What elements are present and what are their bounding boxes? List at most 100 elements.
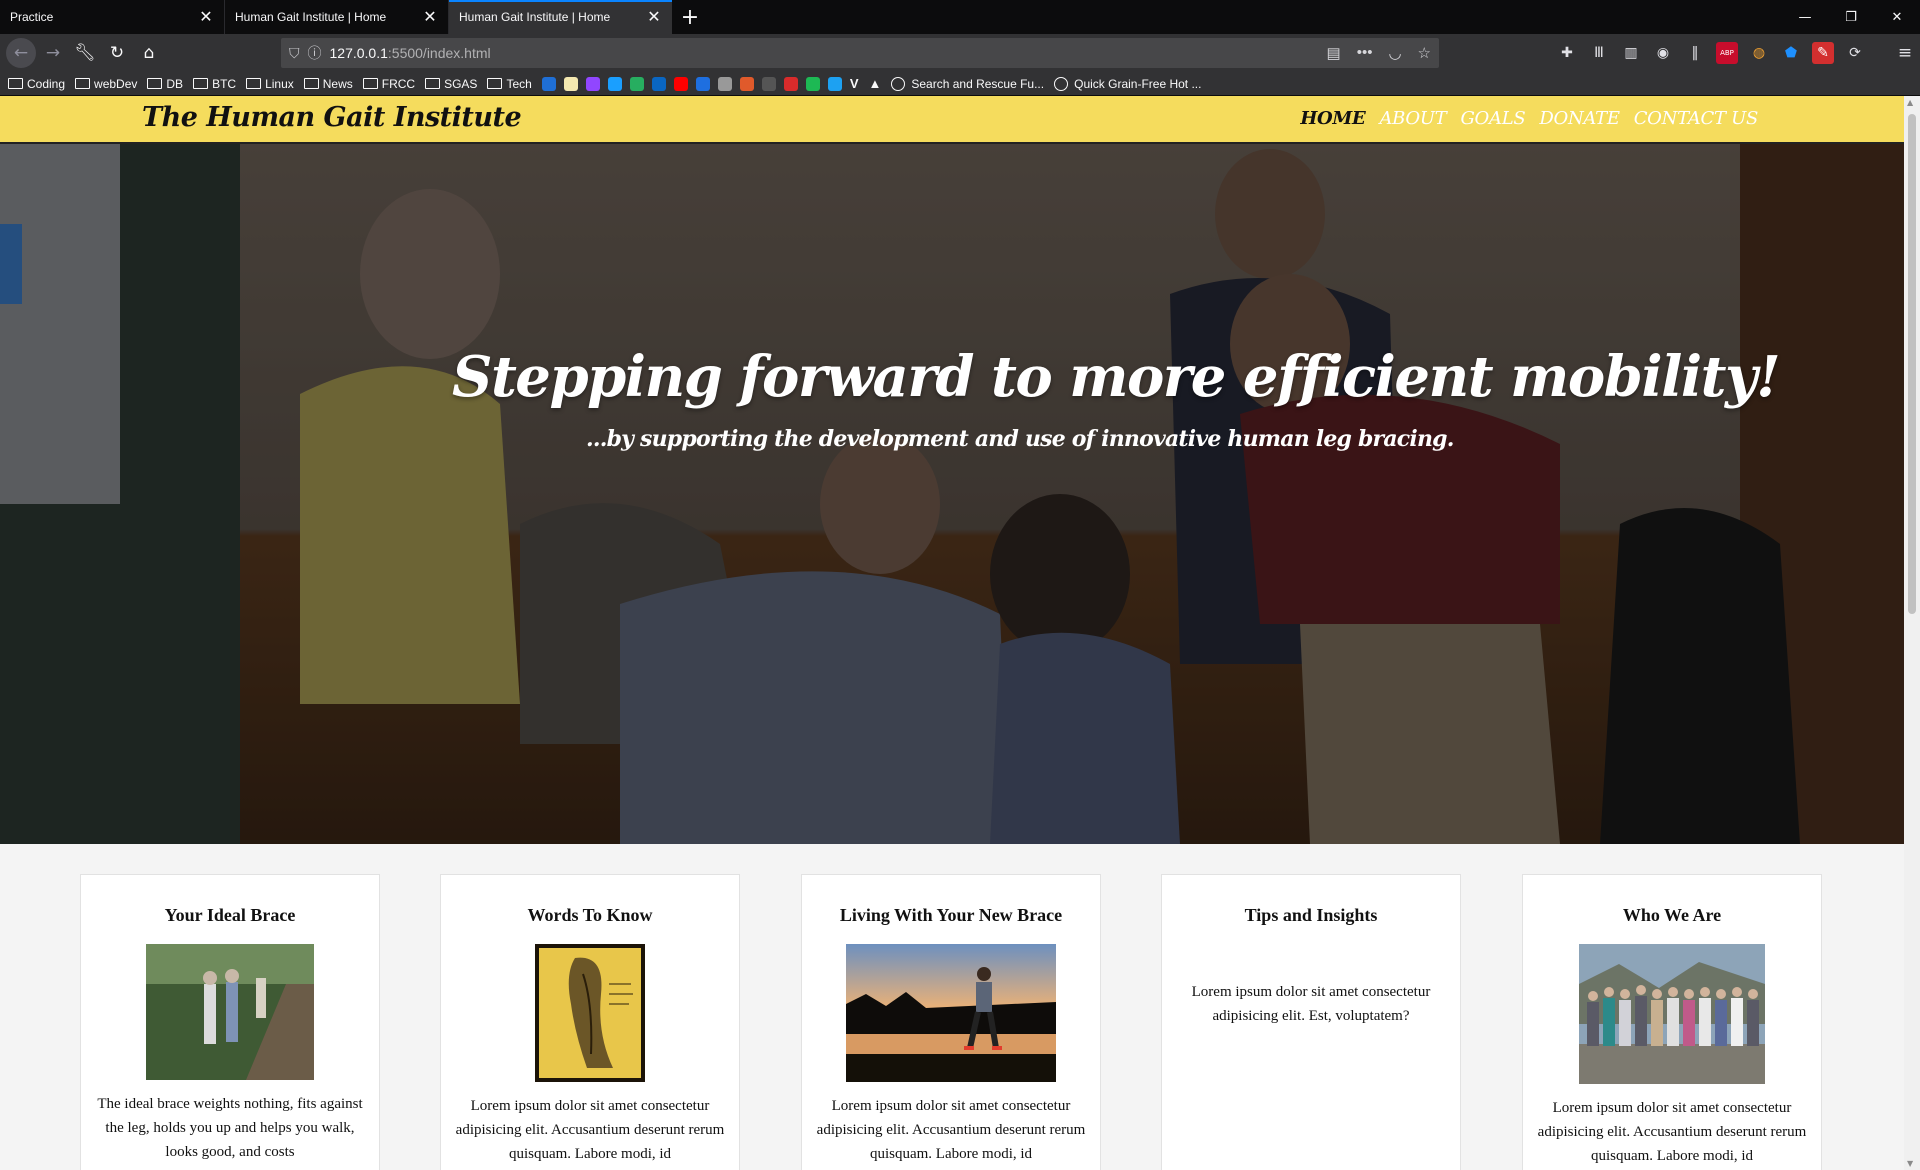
barcode-icon[interactable]: ‖ [1684,42,1706,64]
man-walking-sunset-image [846,944,1056,1082]
back-arrow-icon[interactable]: ← [6,38,36,68]
group-photo-image [1579,944,1765,1084]
tab-strip: Practice ✕ Human Gait Institute | Home ✕… [0,0,1920,34]
forward-arrow-icon[interactable]: → [38,38,68,68]
bookmark-folder-db[interactable]: DB [147,77,183,91]
bookmark-favicon-icon[interactable] [783,76,798,91]
nav-toolbar: ← → 🔧︎ ↻ ⌂ ⛉ ⓘ 127.0.0.1:5500/index.html… [0,34,1920,72]
home-icon[interactable]: ⌂ [134,38,164,68]
bookmark-folder-webdev[interactable]: webDev [75,77,137,91]
menu-hamburger-icon[interactable]: ≡ [1894,42,1916,64]
card-living-with-your-new-brace[interactable]: Living With Your New Brace Lorem ipsum d… [801,874,1101,1170]
star-bookmark-icon[interactable]: ☆ [1418,44,1431,62]
card-text: Lorem ipsum dolor sit amet consectetur a… [1191,984,1431,1024]
url-bar[interactable]: ⛉ ⓘ 127.0.0.1:5500/index.html ▤ ••• ◡ ☆ [281,38,1439,68]
bookmark-favicon-icon[interactable] [695,76,710,91]
scroll-up-arrow-icon[interactable]: ▲ [1907,98,1913,107]
bookmarks-toolbar: Coding webDev DB BTC Linux News FRCC SGA… [0,72,1920,96]
card-text: The ideal brace weights nothing, fits ag… [97,1096,363,1160]
reload-icon[interactable]: ↻ [102,38,132,68]
tab-human-gait-1[interactable]: Human Gait Institute | Home ✕ [224,0,448,34]
nav-link-donate[interactable]: DONATE [1539,108,1620,129]
bookmark-favicon-icon[interactable] [585,76,600,91]
card-title: Living With Your New Brace [839,905,1063,925]
card-title: Tips and Insights [1244,905,1378,925]
minimize-icon[interactable]: — [1782,0,1828,34]
scroll-thumb[interactable] [1908,114,1916,614]
close-icon[interactable]: ✕ [198,9,214,26]
bookmark-grain-free[interactable]: Quick Grain-Free Hot ... [1054,76,1201,91]
bookmark-label: FRCC [381,76,416,91]
adblock-icon[interactable]: ABP [1716,42,1738,64]
extensions-puzzle-icon[interactable]: ✚ [1556,42,1578,64]
bookmark-favicon-icon[interactable] [563,76,578,91]
library-icon[interactable]: Ⅲ [1588,42,1610,64]
card-words-to-know[interactable]: Words To Know Lorem ipsum dolor sit amet… [440,874,740,1170]
globe-icon [1054,76,1069,91]
bookmark-favicon-icon[interactable] [827,76,842,91]
account-icon[interactable]: ◉ [1652,42,1674,64]
nav-link-goals[interactable]: GOALS [1460,108,1525,129]
bookmark-folder-coding[interactable]: Coding [8,77,65,91]
close-window-icon[interactable]: ✕ [1874,0,1920,34]
bookmark-favicon-icon[interactable] [541,76,556,91]
folder-icon [75,78,91,89]
bookmark-favicon-icon[interactable] [651,76,666,91]
pocket-icon[interactable]: ◡ [1388,44,1401,62]
bookmark-favicon-icon[interactable] [673,76,688,91]
tab-title: Human Gait Institute | Home [235,10,387,24]
restore-icon[interactable]: ❐ [1828,0,1874,34]
nav-link-contact-us[interactable]: CONTACT US [1634,108,1759,129]
card-who-we-are[interactable]: Who We Are Lorem ipsum dolor sit amet co… [1522,874,1822,1170]
bookmark-folder-btc[interactable]: BTC [193,77,236,91]
folder-icon [303,78,319,89]
bookmark-label: Coding [27,76,66,91]
card-text: Lorem ipsum dolor sit amet consectetur a… [455,1098,725,1162]
tab-practice[interactable]: Practice ✕ [0,0,224,34]
bookmark-folder-linux[interactable]: Linux [246,77,294,91]
shield-icon[interactable]: ⛉ [289,45,300,62]
close-icon[interactable]: ✕ [422,9,438,26]
color-picker-icon[interactable]: ◍ [1748,42,1770,64]
scroll-down-arrow-icon[interactable]: ▼ [1907,1159,1913,1168]
bookmark-triangle-icon[interactable]: ▲ [868,76,881,91]
shield-extension-icon[interactable]: ⬟ [1780,42,1802,64]
feature-cards: Your Ideal Brace The ideal brace weights… [0,874,1904,1170]
bookmark-search-rescue[interactable]: Search and Rescue Fu... [891,76,1044,91]
page-scrollbar[interactable]: ▲ ▼ [1904,96,1920,1170]
bookmark-favicon-icon[interactable] [739,76,754,91]
bookmark-favicon-icon[interactable] [761,76,776,91]
nav-link-home[interactable]: HOME [1300,108,1365,129]
reader-view-icon[interactable]: ▤ [1327,44,1341,62]
bookmark-folder-frcc[interactable]: FRCC [362,76,416,91]
bookmark-label: Linux [265,76,294,91]
bookmark-favicon-icon[interactable] [717,76,732,91]
close-icon[interactable]: ✕ [646,9,662,26]
bookmark-folder-tech[interactable]: Tech [487,77,532,91]
card-text: Lorem ipsum dolor sit amet consectetur a… [816,1098,1086,1162]
bookmark-favicon-icon[interactable] [805,76,820,91]
folder-icon [487,78,503,89]
new-tab-button[interactable]: + [672,0,708,34]
bookmark-folder-sgas[interactable]: SGAS [425,77,477,91]
tab-human-gait-active[interactable]: Human Gait Institute | Home ✕ [448,0,672,34]
site-logo[interactable]: The Human Gait Institute [142,102,522,133]
bookmark-label: BTC [212,76,237,91]
card-your-ideal-brace[interactable]: Your Ideal Brace The ideal brace weights… [80,874,380,1170]
pen-extension-icon[interactable]: ✎ [1812,42,1834,64]
refresh-extension-icon[interactable]: ⟳ [1844,42,1866,64]
info-icon[interactable]: ⓘ [308,43,322,63]
bookmark-label: SGAS [444,76,478,91]
bookmark-v[interactable]: V [850,76,859,91]
bookmark-folder-news[interactable]: News [303,77,353,91]
nav-link-about[interactable]: ABOUT [1379,108,1446,129]
page-actions-icon[interactable]: ••• [1357,44,1373,62]
wrench-icon[interactable]: 🔧︎ [70,38,100,68]
tab-title: Human Gait Institute | Home [459,10,611,24]
card-tips-and-insights[interactable]: Tips and Insights Lorem ipsum dolor sit … [1161,874,1461,1170]
card-title: Words To Know [527,905,653,925]
bookmark-favicon-icon[interactable] [607,76,622,91]
leg-sketch-image [535,944,645,1082]
sidebar-icon[interactable]: ▥ [1620,42,1642,64]
bookmark-favicon-icon[interactable] [629,76,644,91]
